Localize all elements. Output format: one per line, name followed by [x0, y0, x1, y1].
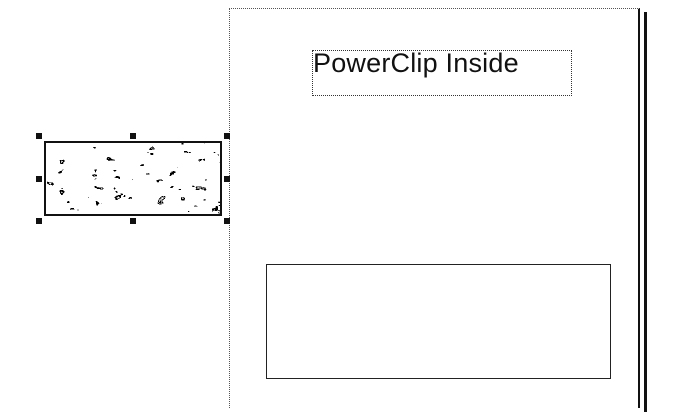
crumpled-foil-texture-icon — [46, 143, 220, 214]
drawing-canvas[interactable]: PowerClip Inside — [0, 0, 685, 412]
page-shadow — [644, 12, 647, 412]
selected-bitmap-image[interactable] — [44, 141, 222, 216]
selection-handle-bottom-right[interactable] — [224, 218, 230, 224]
powerclip-container-rectangle[interactable] — [266, 264, 611, 379]
selection-handle-middle-right[interactable] — [224, 176, 230, 182]
selection-handle-top-middle[interactable] — [130, 133, 136, 139]
selection-handle-middle-left[interactable] — [36, 176, 42, 182]
selection-handle-bottom-middle[interactable] — [130, 218, 136, 224]
selection-handle-bottom-left[interactable] — [36, 218, 42, 224]
selection-handle-top-right[interactable] — [224, 133, 230, 139]
selection-handle-top-left[interactable] — [36, 133, 42, 139]
text-object-powerclip-inside[interactable]: PowerClip Inside — [313, 45, 519, 81]
